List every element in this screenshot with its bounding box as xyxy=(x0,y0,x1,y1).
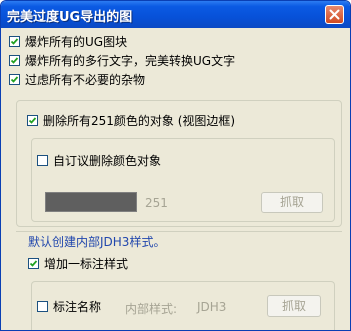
option-dim-name[interactable]: 标注名称 xyxy=(37,298,101,315)
close-icon xyxy=(329,9,340,20)
option-remove-color[interactable]: 删除所有251颜色的对象 (视图边框) xyxy=(27,112,235,129)
checkmark-icon xyxy=(29,260,38,267)
option-label: 删除所有251颜色的对象 (视图边框) xyxy=(43,114,236,128)
checkbox[interactable] xyxy=(28,258,39,269)
checkmark-icon xyxy=(10,76,19,83)
pick-color-button[interactable]: 抓取 xyxy=(261,192,323,213)
section-divider xyxy=(16,231,342,232)
checkbox[interactable] xyxy=(9,36,20,47)
checkbox[interactable] xyxy=(9,74,20,85)
option-filter-junk[interactable]: 过虑所有不必要的杂物 xyxy=(9,71,145,88)
option-explode-blocks[interactable]: 爆炸所有的UG图块 xyxy=(9,33,127,50)
dialog-body: 爆炸所有的UG图块 爆炸所有的多行文字，完美转换UG文字 过虑所有不必要的杂物 … xyxy=(1,28,350,330)
color-value: 251 xyxy=(145,196,168,210)
option-label: 过虑所有不必要的杂物 xyxy=(25,73,146,87)
option-label: 自订议删除颜色对象 xyxy=(53,154,162,168)
option-explode-mtext[interactable]: 爆炸所有的多行文字，完美转换UG文字 xyxy=(9,52,235,69)
pick-style-button[interactable]: 抓取 xyxy=(267,295,321,317)
checkmark-icon xyxy=(28,117,37,124)
inner-style-label: 内部样式: xyxy=(125,302,178,316)
checkbox[interactable] xyxy=(9,55,20,66)
inner-style-value: JDH3 xyxy=(197,300,227,314)
dialog-window: 完美过度UG导出的图 爆炸所有的UG图块 爆炸所有的多行文字，完美转换UG文字 … xyxy=(0,0,351,331)
option-label: 标注名称 xyxy=(53,300,102,314)
option-add-dim-style[interactable]: 增加一标注样式 xyxy=(28,255,128,272)
checkbox[interactable] xyxy=(37,155,48,166)
title-bar[interactable]: 完美过度UG导出的图 xyxy=(1,1,350,28)
window-title: 完美过度UG导出的图 xyxy=(7,10,133,25)
option-label: 增加一标注样式 xyxy=(44,257,129,271)
checkmark-icon xyxy=(10,57,19,64)
checkmark-icon xyxy=(10,38,19,45)
color-swatch[interactable] xyxy=(45,192,137,212)
checkbox[interactable] xyxy=(27,115,38,126)
option-label: 爆炸所有的多行文字，完美转换UG文字 xyxy=(25,54,236,68)
option-label: 爆炸所有的UG图块 xyxy=(25,35,128,49)
checkbox[interactable] xyxy=(37,301,48,312)
style-section-heading: 默认创建内部JDH3样式。 xyxy=(28,235,166,249)
close-button[interactable] xyxy=(325,5,344,24)
option-custom-color[interactable]: 自订议删除颜色对象 xyxy=(37,152,161,169)
